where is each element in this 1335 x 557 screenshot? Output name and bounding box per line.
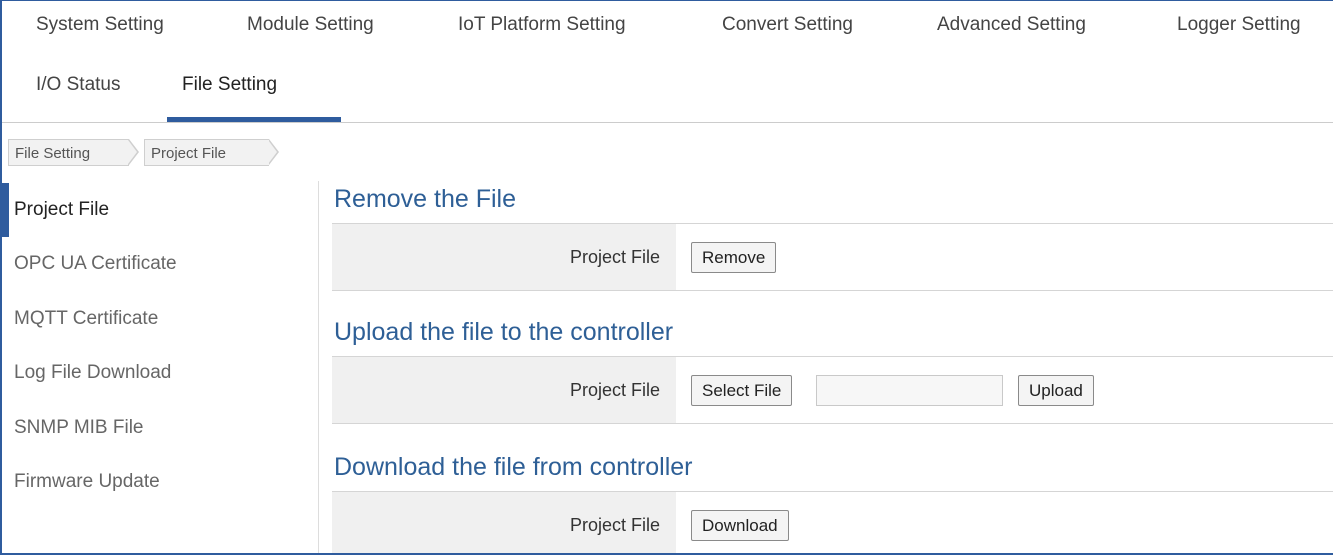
download-file-label-cell: Project File [332,492,676,553]
sidebar-active-marker [2,183,9,237]
sidebar-item-firmware-update[interactable]: Firmware Update [14,455,160,509]
section-title-remove: Remove the File [334,185,517,213]
upload-file-label: Project File [569,380,660,400]
sidebar-item-project-file[interactable]: Project File [14,183,109,237]
upload-file-label-cell: Project File [332,357,676,423]
nav-advanced-setting[interactable]: Advanced Setting [937,1,1086,49]
breadcrumb-separator-fill [128,140,137,164]
sidebar-item-log-file-download[interactable]: Log File Download [14,346,171,400]
breadcrumb-item-file-setting[interactable]: File Setting [8,139,129,166]
remove-button[interactable]: Remove [691,242,777,273]
nav-io-status[interactable]: I/O Status [36,61,120,109]
selected-file-name-field[interactable] [816,375,1003,406]
section-title-download: Download the file from controller [334,453,693,481]
download-button[interactable]: Download [691,510,789,541]
upload-button[interactable]: Upload [1018,375,1094,406]
nav-iot-platform-setting[interactable]: IoT Platform Setting [458,1,626,49]
nav-divider [2,122,1333,123]
nav-module-setting[interactable]: Module Setting [247,1,374,49]
sidebar-divider [318,181,319,553]
sidebar-item-snmp-mib-file[interactable]: SNMP MIB File [14,401,144,455]
breadcrumb-item-project-file[interactable]: Project File [144,139,269,166]
download-file-label: Project File [569,515,660,535]
upload-file-row: Project File Select File Upload [332,356,1333,424]
remove-file-label-cell: Project File [332,224,676,290]
select-file-button[interactable]: Select File [691,375,793,406]
nav-logger-setting[interactable]: Logger Setting [1177,1,1301,49]
remove-file-row: Project File Remove [332,223,1333,291]
sidebar-item-mqtt-certificate[interactable]: MQTT Certificate [14,292,158,346]
section-title-upload: Upload the file to the controller [334,318,674,346]
nav-convert-setting[interactable]: Convert Setting [722,1,853,49]
nav-file-setting[interactable]: File Setting [182,61,277,109]
download-file-row: Project File Download [332,491,1333,553]
app-frame: System Setting Module Setting IoT Platfo… [0,0,1333,555]
breadcrumb-end-arrow-fill [268,140,277,164]
remove-file-label: Project File [569,247,660,267]
nav-system-setting[interactable]: System Setting [36,1,164,49]
sidebar-item-opc-ua-certificate[interactable]: OPC UA Certificate [14,237,177,291]
